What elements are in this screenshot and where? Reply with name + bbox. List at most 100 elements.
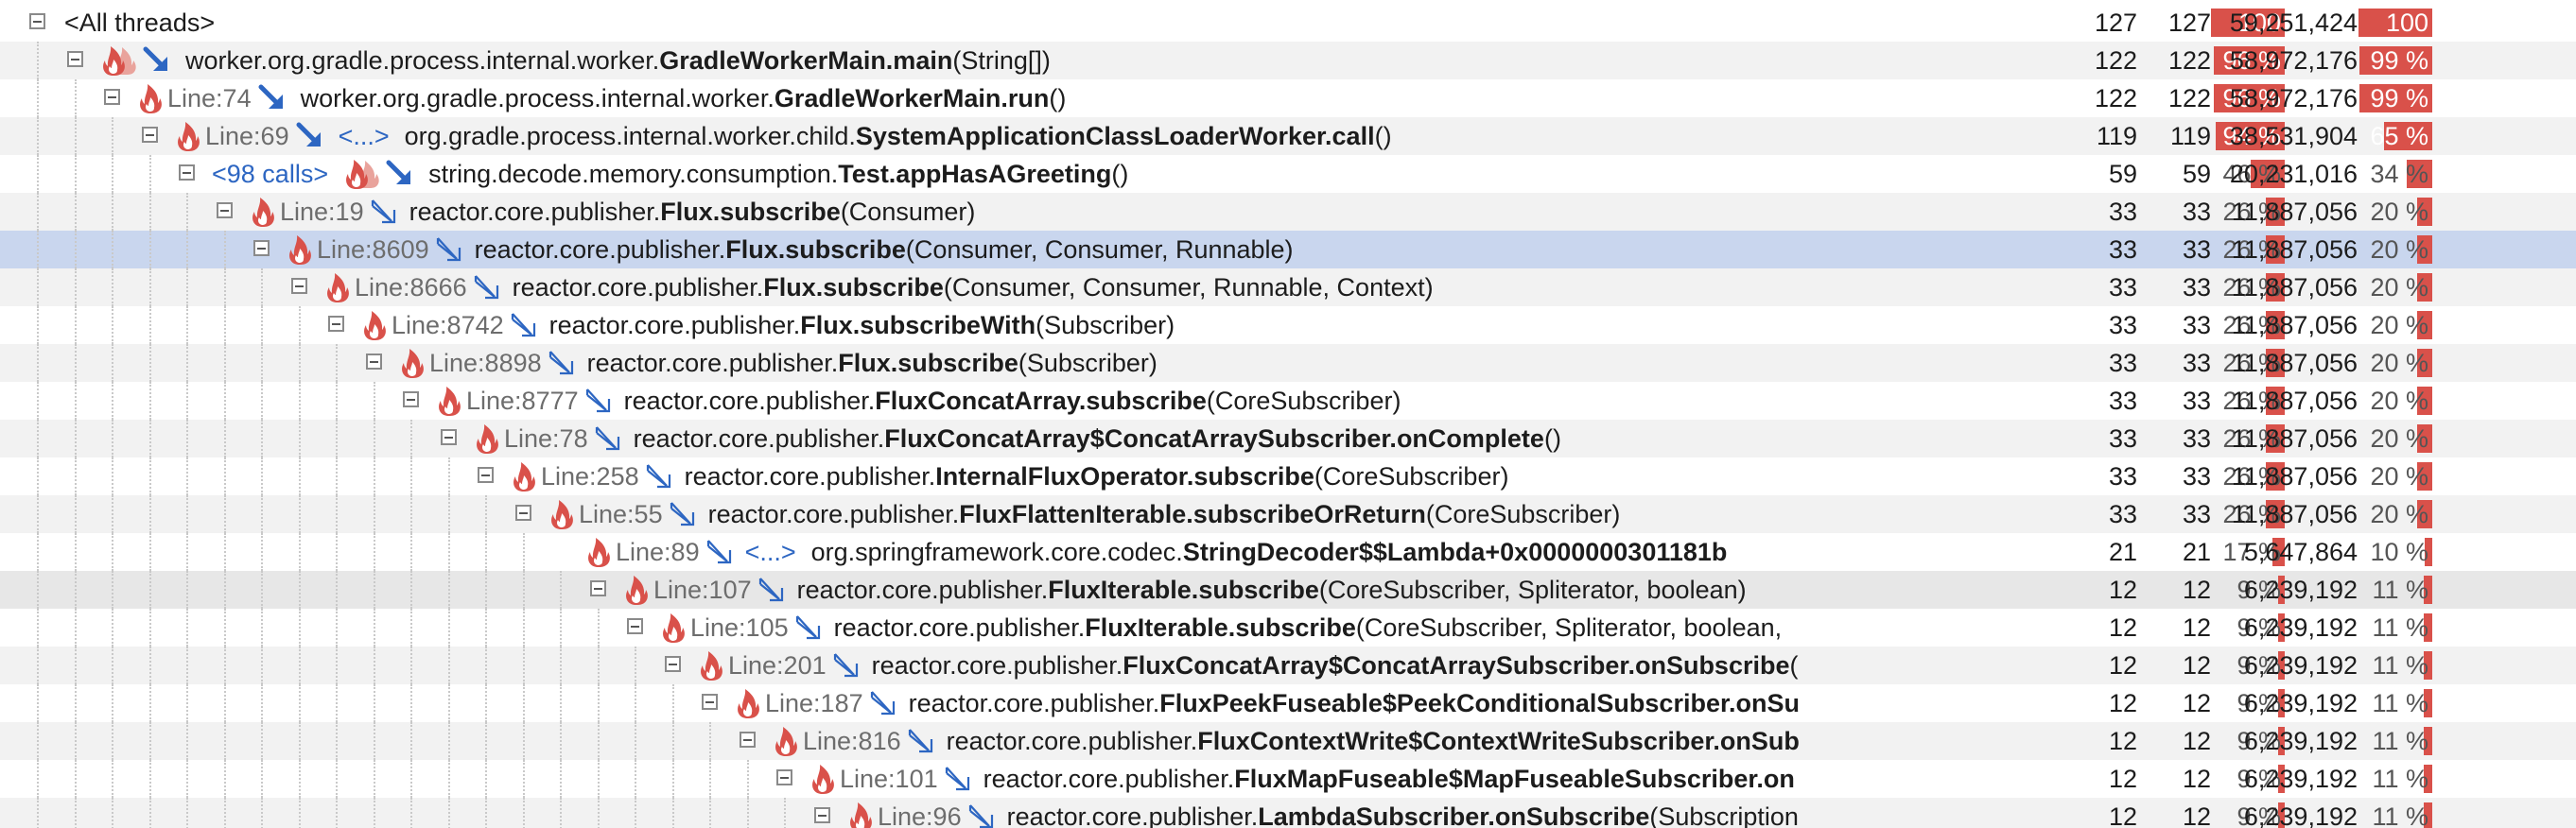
collapse-icon[interactable] [253, 240, 270, 256]
tree-row[interactable]: Line:8898 reactor.core.publisher.Flux.sub… [0, 344, 2576, 382]
tree-guide-line [112, 760, 113, 798]
tree-guide-line [75, 609, 77, 647]
collapse-icon[interactable] [179, 164, 195, 181]
method-params: () [1374, 121, 1392, 150]
tree-guide-line [448, 684, 450, 722]
tree-guide-line [410, 571, 412, 609]
collapse-icon[interactable] [291, 278, 307, 294]
time-count-cell: 33 [2108, 462, 2137, 491]
method-name: FluxIterable.subscribe [1048, 575, 1319, 604]
collapse-icon[interactable] [366, 354, 382, 370]
allocated-bytes-cell: 6,239,192 [2243, 576, 2358, 604]
tree-row[interactable]: Line:74 worker.org.gradle.process.interna… [0, 79, 2576, 117]
tree-row[interactable]: Line:78 reactor.core.publisher.FluxConcat… [0, 420, 2576, 457]
tree-node: Line:78 reactor.core.publisher.FluxConcat… [474, 420, 1814, 457]
tree-guide-line [186, 382, 188, 420]
collapse-icon[interactable] [29, 13, 45, 29]
tree-guide-line [37, 268, 39, 306]
tree-guide-line [75, 306, 77, 344]
tree-row[interactable]: Line:8609 reactor.core.publisher.Flux.sub… [0, 231, 2576, 268]
collapse-icon[interactable] [776, 769, 792, 785]
tree-guide-line [598, 760, 600, 798]
flame-icon [850, 802, 872, 828]
time-count-cell: 33 [2108, 311, 2137, 339]
flame-icon [140, 84, 162, 113]
tree-row[interactable]: Line:107 reactor.core.publisher.FluxItera… [0, 571, 2576, 609]
calls-count-label: <98 calls> [212, 159, 329, 188]
tree-row[interactable]: Line:19 reactor.core.publisher.Flux.subsc… [0, 193, 2576, 231]
tree-row[interactable]: Line:105 reactor.core.publisher.FluxItera… [0, 609, 2576, 647]
tree-guide-line [299, 344, 301, 382]
flame-icon [701, 651, 722, 681]
tree-row[interactable]: Line:187 reactor.core.publisher.FluxPeekF… [0, 684, 2576, 722]
collapse-icon[interactable] [814, 807, 830, 823]
collapse-icon[interactable] [515, 505, 531, 521]
bytes-percent-bar: 65 % [2358, 122, 2432, 150]
tree-guide-line [149, 571, 151, 609]
tree-guide-line [374, 495, 375, 533]
tree-row[interactable]: Line:96 reactor.core.publisher.LambdaSubs… [0, 798, 2576, 828]
tree-guide-line [149, 533, 151, 571]
tree-row[interactable]: worker.org.gradle.process.internal.worke… [0, 42, 2576, 79]
method-name: Flux.subscribeWith [800, 310, 1036, 339]
line-number: Line:55 [579, 499, 663, 528]
tree-guide-line [374, 609, 375, 647]
collapse-icon[interactable] [104, 89, 120, 105]
tree-guide-line [410, 684, 412, 722]
tree-row[interactable]: Line:8777 reactor.core.publisher.FluxConc… [0, 382, 2576, 420]
tree-guide-line [224, 647, 226, 684]
tree-row-all-threads[interactable]: <All threads>127127100 %59,251,424100 % [0, 4, 2576, 65]
tree-row[interactable]: Line:55 reactor.core.publisher.FluxFlatte… [0, 495, 2576, 533]
tree-guide-line [374, 760, 375, 798]
collapse-icon[interactable] [403, 391, 419, 407]
collapse-icon[interactable] [217, 202, 233, 218]
collapse-icon[interactable] [67, 51, 83, 67]
tree-row[interactable]: <98 calls> string.decode.memory.consumpti… [0, 155, 2576, 193]
collapse-icon[interactable] [702, 694, 718, 710]
tree-row[interactable]: Line:101 reactor.core.publisher.FluxMapFu… [0, 760, 2576, 798]
line-number: Line:74 [167, 83, 252, 112]
tree-row[interactable]: Line:8666 reactor.core.publisher.Flux.sub… [0, 268, 2576, 306]
tree-guide-line [75, 79, 77, 117]
tree-guide-line [37, 760, 39, 798]
collapse-icon[interactable] [478, 467, 494, 483]
collapse-icon[interactable] [441, 429, 457, 445]
line-number: Line:8777 [466, 386, 579, 415]
method-params: (CoreSubscriber) [1425, 499, 1621, 528]
tree-guide-line [485, 495, 487, 533]
collapse-icon[interactable] [590, 580, 606, 596]
tree-row[interactable]: Line:8742 reactor.core.publisher.Flux.sub… [0, 306, 2576, 344]
tree-row[interactable]: Line:258 reactor.core.publisher.InternalF… [0, 457, 2576, 495]
tree-guide-line [336, 609, 338, 647]
collapse-icon[interactable] [740, 732, 756, 748]
tree-guide-line [336, 798, 338, 828]
tree-guide-line [37, 79, 39, 117]
tree-guide-line [75, 760, 77, 798]
collapse-icon[interactable] [665, 656, 681, 672]
tree-guide-line [224, 231, 226, 268]
tree-node: Line:8666 reactor.core.publisher.Flux.sub… [324, 268, 1814, 306]
method-signature: reactor.core.publisher.Flux.subscribe(Co… [513, 273, 1434, 302]
method-name: FluxConcatArray$ConcatArraySubscriber.on… [1123, 650, 1790, 680]
call-arrow-icon [870, 691, 895, 716]
line-number: Line:8609 [317, 234, 429, 264]
method-signature: reactor.core.publisher.FluxConcatArray.s… [624, 387, 1401, 416]
tree-row[interactable]: Line:69 <...> org.gradle.process.internal.… [0, 117, 2576, 155]
collapse-icon[interactable] [328, 316, 344, 332]
time-count-cell: 33 [2108, 349, 2137, 377]
call-arrow-icon [968, 804, 993, 828]
time-count-cell: 33 [2108, 198, 2137, 226]
tree-row[interactable]: Line:816 reactor.core.publisher.FluxConte… [0, 722, 2576, 760]
tree-guide-line [149, 268, 151, 306]
collapse-icon[interactable] [627, 618, 643, 634]
allocated-bytes-cell: 11,887,056 [2231, 311, 2358, 339]
tree-row[interactable]: Line:89 <...> org.springframework.core.cod… [0, 533, 2576, 571]
collapse-icon[interactable] [142, 127, 158, 143]
tree-guide-line [672, 798, 674, 828]
call-tree-view[interactable]: <All threads>127127100 %59,251,424100 %w… [0, 0, 2576, 828]
tree-guide-line [75, 571, 77, 609]
flame-icon [663, 613, 685, 643]
method-name: Flux.subscribe [725, 234, 906, 264]
tree-row[interactable]: Line:201 reactor.core.publisher.FluxConca… [0, 647, 2576, 684]
call-arrow-icon [371, 199, 395, 224]
